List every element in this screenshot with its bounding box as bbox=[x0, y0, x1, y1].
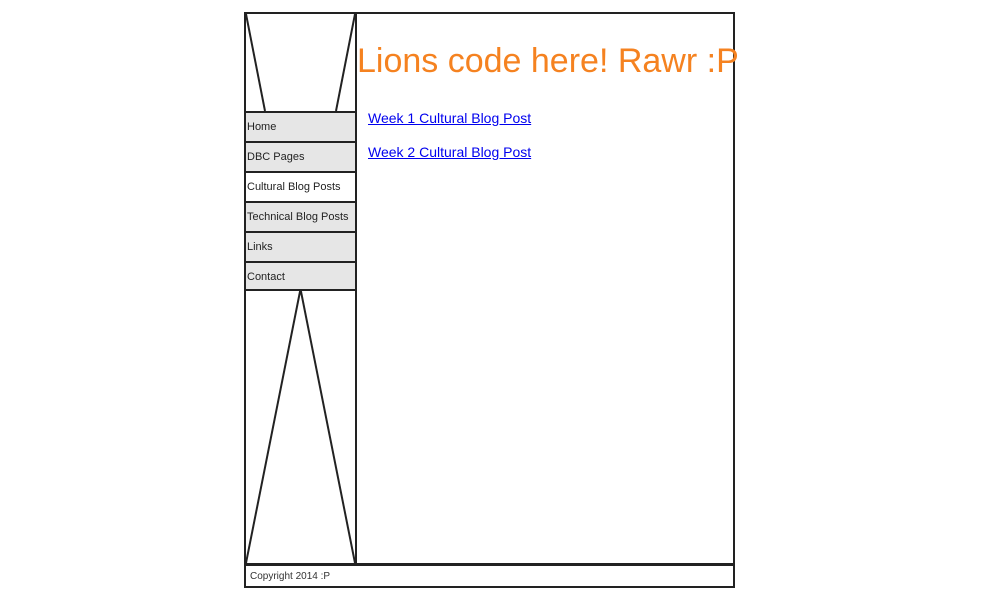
list-item: Week 2 Cultural Blog Post bbox=[368, 144, 531, 178]
week-1-cultural-post-link[interactable]: Week 1 Cultural Blog Post bbox=[368, 110, 531, 126]
footer: Copyright 2014 :P bbox=[244, 564, 735, 588]
sidebar-nav: Home DBC Pages Cultural Blog Posts Techn… bbox=[246, 111, 355, 291]
nav-item-technical-blog-posts[interactable]: Technical Blog Posts bbox=[246, 201, 355, 231]
nav-item-cultural-blog-posts[interactable]: Cultural Blog Posts bbox=[246, 171, 355, 201]
page-frame: Home DBC Pages Cultural Blog Posts Techn… bbox=[244, 12, 739, 565]
copyright-text: Copyright 2014 :P bbox=[250, 571, 331, 582]
sidebar-top-decoration bbox=[246, 14, 355, 111]
nav-item-contact[interactable]: Contact bbox=[246, 261, 355, 291]
week-2-cultural-post-link[interactable]: Week 2 Cultural Blog Post bbox=[368, 144, 531, 160]
nav-item-home[interactable]: Home bbox=[246, 111, 355, 141]
main-content: Lions code here! Rawr :P Week 1 Cultural… bbox=[357, 14, 739, 563]
post-list: Week 1 Cultural Blog Post Week 2 Cultura… bbox=[368, 110, 531, 178]
sidebar-bottom-decoration bbox=[246, 289, 355, 563]
page-title: Lions code here! Rawr :P bbox=[357, 42, 739, 80]
nav-item-dbc-pages[interactable]: DBC Pages bbox=[246, 141, 355, 171]
list-item: Week 1 Cultural Blog Post bbox=[368, 110, 531, 144]
nav-item-links[interactable]: Links bbox=[246, 231, 355, 261]
sidebar: Home DBC Pages Cultural Blog Posts Techn… bbox=[246, 14, 357, 563]
